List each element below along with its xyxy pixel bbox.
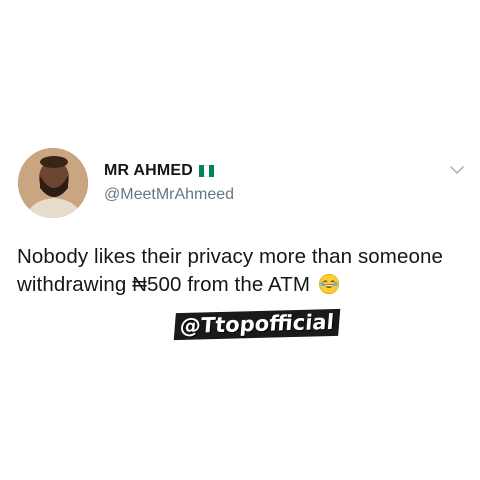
avatar[interactable] — [18, 148, 88, 218]
display-name-row[interactable]: MR AHMED — [104, 162, 214, 180]
person-icon — [18, 148, 88, 218]
tweet-text-content: Nobody likes their privacy more than som… — [17, 245, 443, 296]
face-with-tears-of-joy-icon — [319, 273, 340, 294]
tweet-text: Nobody likes their privacy more than som… — [17, 243, 457, 299]
tweet-header: MR AHMED @MeetMrAhmeed — [104, 162, 234, 204]
watermark-label: @Ttopofficial — [173, 308, 340, 341]
user-handle[interactable]: @MeetMrAhmeed — [104, 186, 234, 204]
chevron-down-icon[interactable] — [449, 162, 465, 178]
tweet-card: MR AHMED @MeetMrAhmeed Nobody likes thei… — [0, 0, 480, 480]
nigeria-flag-icon — [199, 165, 214, 177]
display-name: MR AHMED — [104, 162, 193, 179]
